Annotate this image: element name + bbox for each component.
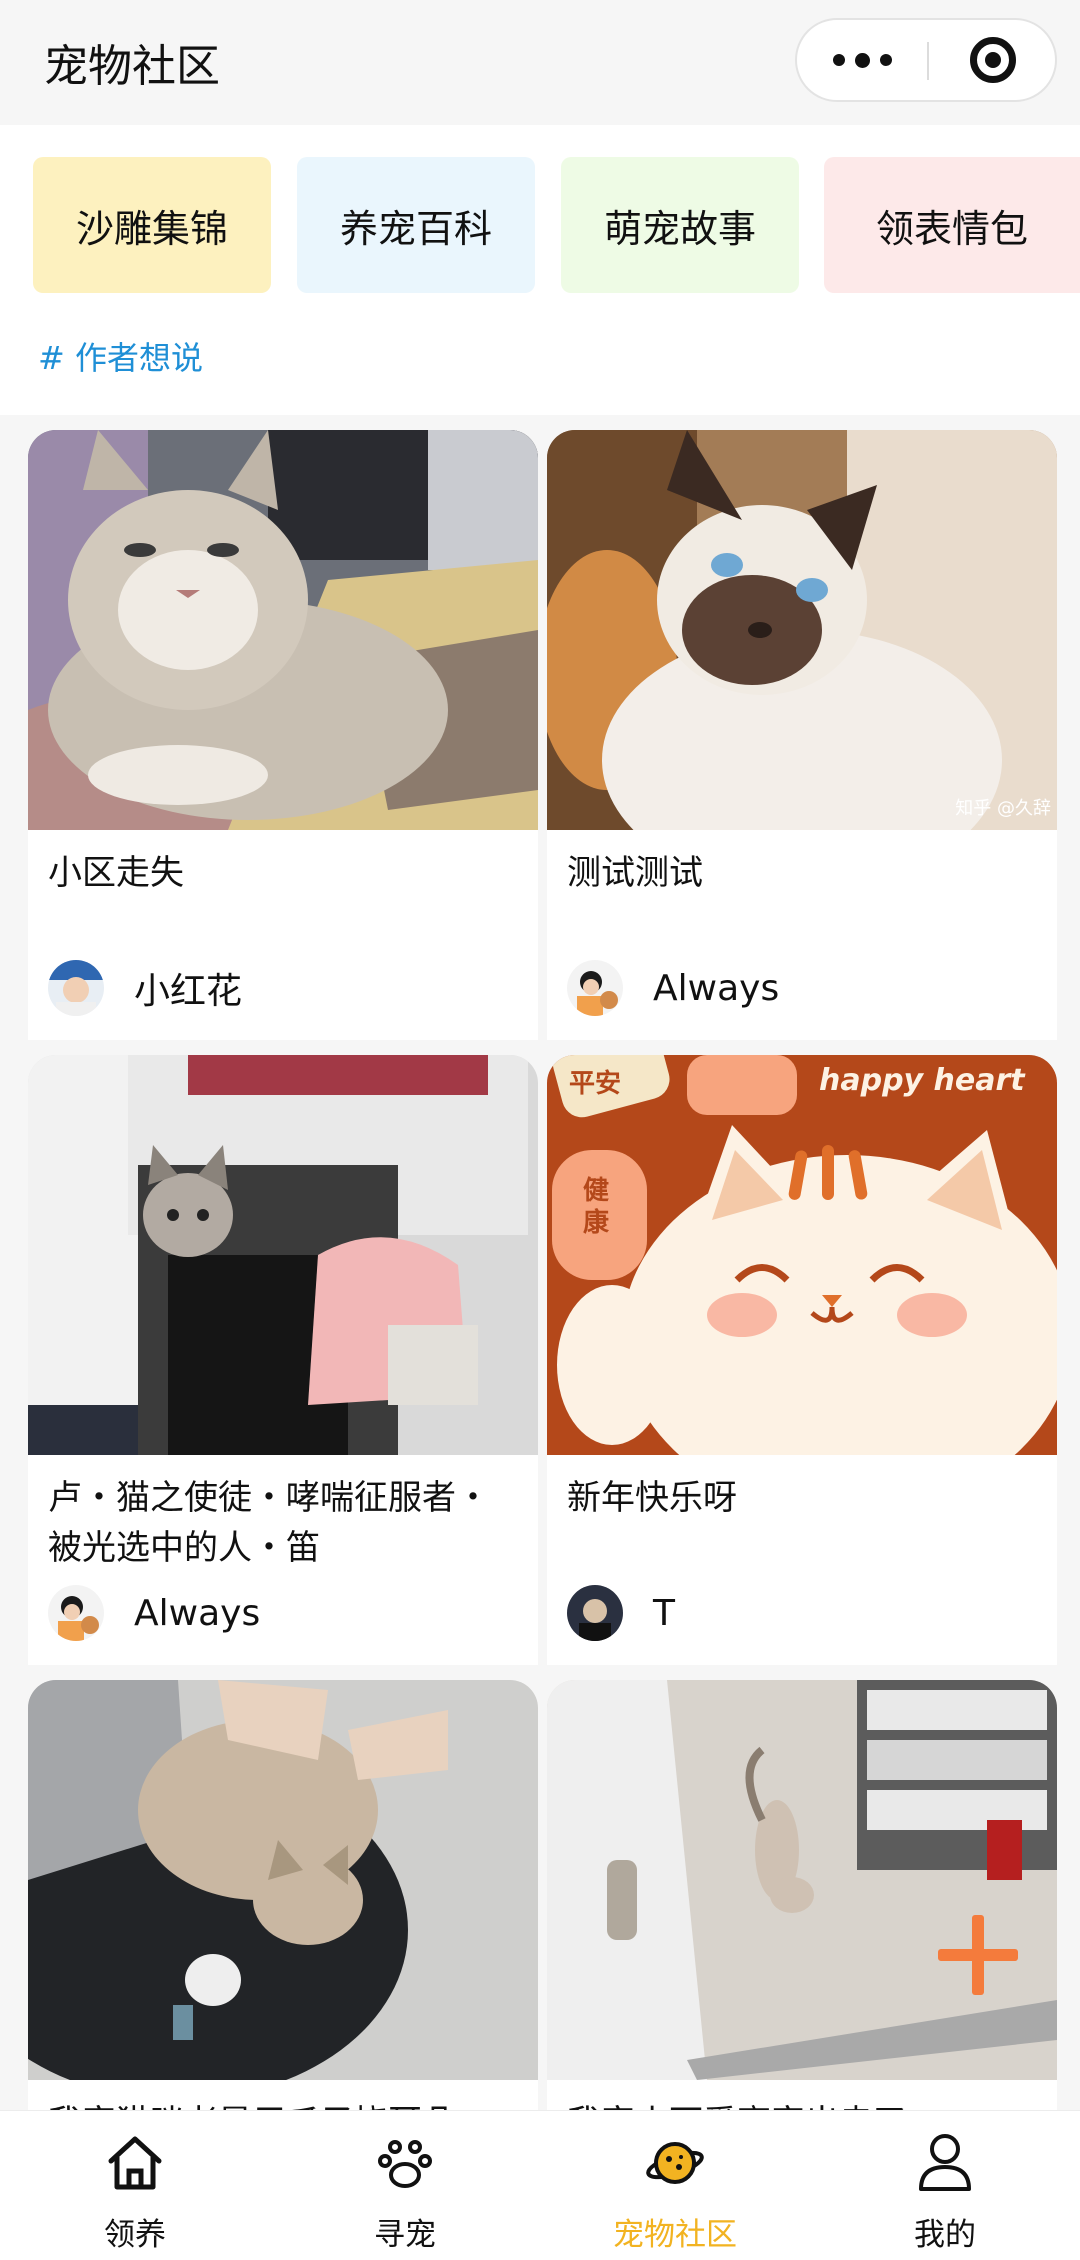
post-card[interactable]: 知乎 @久辞 测试测试 Always (547, 430, 1057, 1040)
page-title: 宠物社区 (44, 41, 220, 92)
post-title: 我家小可爱离家出走了 (567, 2098, 1037, 2110)
author-name: T (653, 1592, 675, 1634)
more-dot-icon (832, 54, 845, 66)
category-encyclopedia[interactable]: 养宠百科 (297, 157, 535, 293)
bottom-tab-bar: 领养 寻宠 宠物社区 我的 (0, 2110, 1080, 2260)
avatar (567, 1585, 623, 1641)
tab-label: 领养 (104, 2217, 166, 2253)
post-card[interactable]: happy heart 平安 健康 新年快乐呀 T (547, 1055, 1057, 1665)
category-section: 沙雕集锦 养宠百科 萌宠故事 领表情包 # 作者想说 (0, 125, 1080, 415)
post-feed[interactable]: 小区走失 小红花 知乎 @久辞 测试测试 Always 卢・猫之使徒・哮喘征服者… (0, 415, 1080, 2110)
post-author[interactable]: Always (48, 1585, 260, 1641)
post-title: 测试测试 (567, 853, 703, 893)
post-card[interactable]: 我家小可爱离家出走了 (547, 1680, 1057, 2110)
post-title: 新年快乐呀 (567, 1478, 737, 1518)
author-name: Always (653, 967, 780, 1009)
post-card[interactable]: 我家猫咪老是用爪子挠耳朵 (28, 1680, 538, 2110)
image-banner-text: happy heart (819, 1063, 1025, 1098)
post-author[interactable]: 小红花 (48, 960, 242, 1016)
tab-community[interactable]: 宠物社区 (540, 2111, 810, 2260)
user-icon (919, 2134, 971, 2191)
author-name: Always (134, 1592, 261, 1634)
category-stories[interactable]: 萌宠故事 (561, 157, 799, 293)
tab-label: 寻宠 (374, 2217, 436, 2253)
category-funny[interactable]: 沙雕集锦 (33, 157, 271, 293)
avatar (48, 960, 104, 1016)
post-card[interactable]: 卢・猫之使徒・哮喘征服者・被光选中的人・笛 Always (28, 1055, 538, 1665)
post-author[interactable]: Always (567, 960, 779, 1016)
home-icon (108, 2136, 162, 2190)
post-image (547, 1680, 1057, 2080)
post-image: 知乎 @久辞 (547, 430, 1057, 830)
post-title: 我家猫咪老是用爪子挠耳朵 (48, 2098, 518, 2110)
avatar (48, 1585, 104, 1641)
tab-find-pet[interactable]: 寻宠 (270, 2111, 540, 2260)
post-image (28, 430, 538, 830)
close-button[interactable] (929, 20, 1057, 100)
post-image: happy heart 平安 健康 (547, 1055, 1057, 1455)
add-post-button[interactable] (938, 1915, 1018, 1995)
close-circle-icon (970, 37, 1016, 83)
tab-label: 宠物社区 (613, 2217, 737, 2253)
category-stickers[interactable]: 领表情包 (824, 157, 1080, 293)
more-options-button[interactable] (797, 20, 927, 100)
more-dot-icon (879, 54, 892, 66)
tab-me[interactable]: 我的 (810, 2111, 1080, 2260)
mini-program-capsule (795, 18, 1057, 102)
post-title: 卢・猫之使徒・哮喘征服者・被光选中的人・笛 (48, 1478, 490, 1568)
paw-icon (378, 2140, 432, 2188)
tab-adopt[interactable]: 领养 (0, 2111, 270, 2260)
image-watermark: 知乎 @久辞 (955, 798, 1051, 819)
post-image (28, 1680, 538, 2080)
tab-label: 我的 (914, 2217, 976, 2253)
avatar (567, 960, 623, 1016)
post-author[interactable]: T (567, 1585, 675, 1641)
app-root: 宠物社区 沙雕集锦 养宠百科 萌宠故事 领表情包 # 作者想说 小区走失 小红花… (0, 0, 1080, 2260)
planet-icon (646, 2142, 704, 2184)
nav-header: 宠物社区 (0, 0, 1080, 125)
plus-icon (938, 1915, 1018, 1995)
more-dot-icon (854, 52, 870, 68)
post-title: 小区走失 (48, 853, 184, 893)
post-image (28, 1055, 538, 1455)
author-name: 小红花 (134, 971, 243, 1012)
post-card[interactable]: 小区走失 小红花 (28, 430, 538, 1040)
image-tag-text: 健康 (583, 1176, 610, 1238)
author-note-link[interactable]: # 作者想说 (38, 333, 203, 379)
image-tag-text: 平安 (569, 1069, 622, 1099)
